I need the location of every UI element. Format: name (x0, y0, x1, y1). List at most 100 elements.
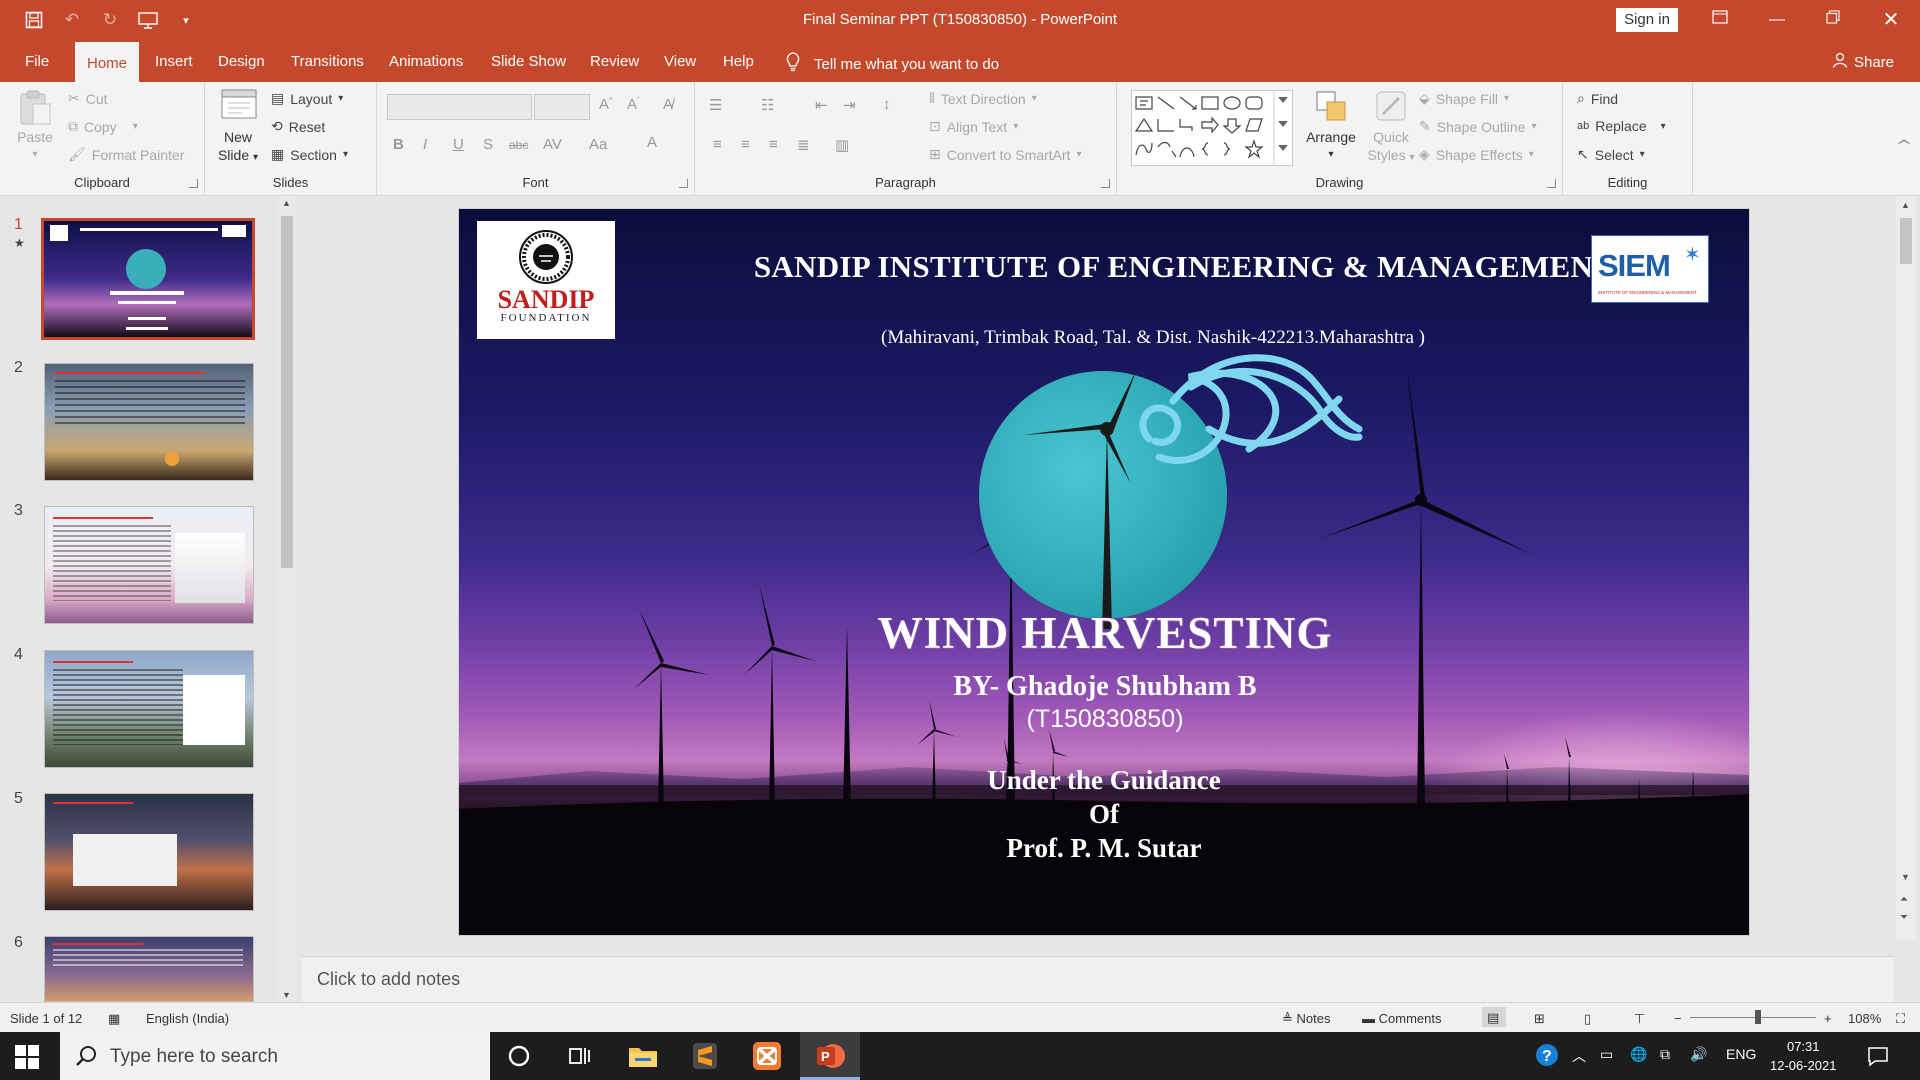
tab-design[interactable]: Design (208, 40, 275, 82)
scroll-down-icon[interactable]: ▼ (282, 990, 291, 1000)
zoom-slider[interactable] (1690, 1010, 1816, 1024)
input-language[interactable]: ENG (1726, 1046, 1756, 1062)
taskbar-search-box[interactable]: Type here to search (60, 1032, 490, 1080)
clipboard-launcher-icon[interactable] (189, 179, 198, 188)
line-spacing-icon[interactable]: ↕ (883, 96, 891, 113)
system-clock[interactable]: 07:31 12-06-2021 (1770, 1037, 1837, 1075)
copy-button[interactable]: ⧉ Copy ▾ (68, 118, 138, 135)
slide-thumbnail-2[interactable] (44, 363, 254, 481)
increase-font-icon[interactable]: A^ (599, 96, 613, 113)
character-spacing-icon[interactable]: AV (543, 136, 562, 153)
new-slide-button[interactable]: New Slide ▾ (215, 88, 261, 167)
decrease-indent-icon[interactable]: ⇤ (815, 96, 828, 114)
previous-slide-icon[interactable]: ⏶ (1900, 894, 1908, 905)
scroll-down-icon[interactable]: ▼ (1901, 872, 1910, 882)
tab-home[interactable]: Home (75, 42, 139, 84)
help-icon[interactable]: ? (1534, 1042, 1560, 1068)
paste-button[interactable]: Paste ▾ (12, 88, 58, 164)
normal-view-icon[interactable]: ▤ (1482, 1007, 1506, 1027)
language-status[interactable]: English (India) (146, 1011, 229, 1026)
notes-toggle-button[interactable]: ≜ Notes (1282, 1011, 1331, 1027)
siem-logo[interactable]: SIEM ✶ INSTITUTE OF ENGINEERING & MANAGE… (1591, 235, 1709, 303)
text-direction-button[interactable]: ⫴ Text Direction ▾ (929, 90, 1037, 107)
tab-animations[interactable]: Animations (379, 40, 473, 82)
align-right-icon[interactable]: ≡ (769, 136, 778, 153)
connect-icon[interactable]: ⧉ (1660, 1046, 1670, 1063)
find-button[interactable]: ⌕ Find (1577, 90, 1618, 107)
shape-fill-button[interactable]: ⬙ Shape Fill ▾ (1419, 90, 1509, 107)
slide-thumbnail-6[interactable] (44, 936, 254, 1002)
thumbnail-scrollbar[interactable]: ▲ ▼ (278, 196, 296, 1002)
drawing-launcher-icon[interactable] (1547, 179, 1556, 188)
minimize-icon[interactable]: — (1762, 6, 1792, 34)
font-launcher-icon[interactable] (679, 179, 688, 188)
section-button[interactable]: ▦ Section ▾ (271, 146, 348, 163)
editing-area-scrollbar[interactable]: ▲ ▼ ⏶ ⏷ (1896, 196, 1916, 940)
font-color-icon[interactable]: A (647, 134, 657, 151)
tab-view[interactable]: View (654, 40, 706, 82)
shape-outline-button[interactable]: ✎ Shape Outline ▾ (1419, 118, 1537, 135)
clear-formatting-icon[interactable]: A̸ (663, 96, 673, 113)
align-text-button[interactable]: ⊡ Align Text ▾ (929, 118, 1018, 135)
increase-indent-icon[interactable]: ⇥ (843, 96, 856, 114)
close-icon[interactable]: ✕ (1876, 6, 1906, 34)
sublime-text-icon[interactable] (688, 1040, 722, 1072)
xampp-icon[interactable] (750, 1040, 784, 1072)
restore-icon[interactable] (1818, 6, 1848, 34)
tab-file[interactable]: File (15, 40, 59, 82)
ribbon-display-options-icon[interactable] (1705, 6, 1735, 34)
italic-icon[interactable]: I (423, 136, 427, 153)
shape-effects-button[interactable]: ◈ Shape Effects ▾ (1419, 146, 1534, 163)
tab-slide-show[interactable]: Slide Show (481, 40, 576, 82)
fit-to-window-icon[interactable]: ⛶ (1896, 1011, 1905, 1027)
format-painter-button[interactable]: 🖌 Format Painter (68, 146, 184, 163)
tab-review[interactable]: Review (580, 40, 649, 82)
shadow-icon[interactable]: S (483, 136, 493, 153)
layout-button[interactable]: ▤ Layout ▾ (271, 90, 343, 107)
justify-icon[interactable]: ≣ (797, 136, 810, 154)
bullets-icon[interactable]: ☰ (709, 96, 722, 114)
cortana-icon[interactable] (502, 1040, 536, 1072)
notes-pane[interactable]: Click to add notes (302, 956, 1894, 1002)
slide-canvas[interactable]: SANDIP FOUNDATION SANDIP INSTITUTE OF EN… (458, 208, 1750, 936)
share-button[interactable]: Share (1832, 52, 1894, 72)
font-size-combo[interactable] (534, 94, 590, 120)
slide-thumbnail-3[interactable] (44, 506, 254, 624)
file-explorer-icon[interactable] (626, 1040, 660, 1072)
underline-icon[interactable]: U (453, 136, 464, 153)
align-left-icon[interactable]: ≡ (713, 136, 722, 153)
reset-button[interactable]: ⟲ Reset (271, 118, 325, 135)
task-view-icon[interactable] (562, 1040, 596, 1072)
shapes-gallery[interactable] (1131, 90, 1293, 166)
columns-icon[interactable]: ▥ (835, 136, 849, 154)
network-globe-icon[interactable]: 🌐 (1630, 1046, 1647, 1063)
slide-show-icon[interactable]: ⊤ (1634, 1011, 1645, 1027)
replace-button[interactable]: ab Replace ▾ (1577, 118, 1666, 134)
arrange-button[interactable]: Arrange ▾ (1301, 88, 1361, 164)
zoom-level[interactable]: 108% (1848, 1011, 1881, 1026)
comments-toggle-button[interactable]: ▬ Comments (1362, 1011, 1441, 1026)
windows-start-icon[interactable] (14, 1044, 40, 1070)
show-hidden-icons-icon[interactable]: ︿ (1572, 1046, 1586, 1066)
reading-view-icon[interactable]: ▯ (1584, 1011, 1591, 1027)
sandip-foundation-logo[interactable]: SANDIP FOUNDATION (477, 221, 615, 339)
paragraph-launcher-icon[interactable] (1101, 179, 1110, 188)
slide-sorter-icon[interactable]: ⊞ (1534, 1011, 1545, 1027)
align-center-icon[interactable]: ≡ (741, 136, 750, 153)
collapse-ribbon-icon[interactable]: ︿ (1898, 130, 1910, 147)
slide-thumbnail-5[interactable] (44, 793, 254, 911)
slide-thumbnail-4[interactable] (44, 650, 254, 768)
next-slide-icon[interactable]: ⏷ (1900, 912, 1908, 923)
decrease-font-icon[interactable]: Aˇ (627, 96, 640, 113)
strikethrough-icon[interactable]: abc (509, 138, 528, 152)
tab-help[interactable]: Help (713, 40, 764, 82)
spell-check-icon[interactable]: ▦ (108, 1011, 120, 1027)
scroll-up-icon[interactable]: ▲ (1901, 200, 1910, 210)
battery-icon[interactable]: ▭ (1600, 1046, 1613, 1063)
notification-center-icon[interactable] (1866, 1044, 1890, 1068)
powerpoint-taskbar-button[interactable]: P (800, 1032, 860, 1080)
slide-thumbnail-1[interactable] (41, 218, 255, 340)
convert-smartart-button[interactable]: ⊞ Convert to SmartArt ▾ (929, 146, 1081, 163)
editing-scroll-thumb[interactable] (1900, 218, 1912, 264)
zoom-slider-thumb[interactable] (1754, 1010, 1761, 1024)
